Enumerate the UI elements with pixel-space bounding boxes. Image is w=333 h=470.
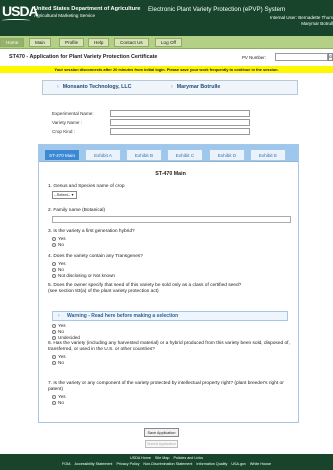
site-header: USDA United States Department of Agricul…	[0, 0, 333, 36]
warning-link[interactable]: › Warning - Read here before making a sel…	[52, 311, 288, 321]
ip-yes-radio[interactable]: Yes	[52, 394, 66, 399]
company-bar: › Monsanto Technology, LLC › Marymar Botru…	[42, 80, 298, 95]
application-tabs: ST-470 Main Exhibit A Exhibit B Exhibit …	[38, 144, 299, 423]
agency-name: Agricultural Marketing Service	[34, 13, 96, 18]
pv-number-input[interactable]	[275, 53, 328, 61]
experimental-name-row: Experimental Name:	[52, 110, 252, 119]
chevron-right-icon: ›	[57, 84, 59, 90]
transgenes-not-known-radio[interactable]: Not disclosing or Not known	[52, 273, 115, 278]
radio-icon	[52, 354, 56, 359]
usda-logo-wave-icon	[2, 19, 30, 22]
sold-yes-radio[interactable]: Yes	[52, 354, 66, 359]
variety-name-row: Variety Name :	[52, 119, 252, 128]
footer-accessibility-link[interactable]: Accessibility Statement	[75, 462, 113, 466]
radio-icon	[52, 261, 56, 266]
contact-name: Marymar Botrulle	[176, 84, 221, 90]
nav-contact-us[interactable]: Contact Us	[114, 38, 149, 47]
footer-links-bottom: FOIA Accessibility Statement Privacy Polic…	[0, 462, 333, 466]
tab-exhibit-b[interactable]: Exhibit B	[126, 149, 162, 161]
experimental-name-label: Experimental Name:	[52, 111, 94, 116]
radio-icon	[52, 267, 56, 272]
tab-st470-main[interactable]: ST-470 Main	[44, 149, 80, 161]
crop-kind-row: Crop Kind :	[52, 128, 252, 137]
certified-yes-radio[interactable]: Yes	[52, 323, 66, 328]
pv-number-label: PV Number:	[242, 55, 266, 60]
session-notice: Your session disconnects after 20 minute…	[0, 66, 333, 73]
variety-name-label: Variety Name :	[52, 120, 83, 125]
radio-icon	[52, 335, 56, 340]
question-family: 2. Family name (Botanical)	[48, 208, 293, 223]
question-certified-seed: 5. Does the owner specify that seed of t…	[48, 283, 293, 340]
go-button[interactable]: G	[328, 53, 333, 61]
question-transgenes: 4. Does the variety contain any Transgen…	[48, 254, 143, 278]
applicant-name: Monsanto Technology, LLC	[62, 84, 132, 90]
main-nav: Home Main Profile Help Contact Us Log Of…	[0, 36, 333, 49]
nav-main[interactable]: Main	[29, 38, 51, 47]
current-user-org: Marymar Botrull	[301, 21, 333, 26]
variety-name-input[interactable]	[110, 119, 250, 126]
transgenes-yes-radio[interactable]: Yes	[52, 261, 66, 266]
chevron-right-icon: ›	[58, 313, 60, 319]
certified-no-radio[interactable]: No	[52, 329, 64, 334]
nav-help[interactable]: Help	[88, 38, 110, 47]
question-genus: 1. Genus and Species name of crop --Selec…	[48, 184, 125, 199]
transgenes-no-radio[interactable]: No	[52, 267, 64, 272]
radio-icon	[52, 394, 56, 399]
sold-no-radio[interactable]: No	[52, 360, 64, 365]
footer-white-house-link[interactable]: White House	[250, 462, 271, 466]
radio-icon	[52, 360, 56, 365]
page-title-row: ST470 - Application for Plant Variety Pr…	[0, 53, 333, 63]
tab-exhibit-e[interactable]: Exhibit E	[250, 149, 286, 161]
nav-home[interactable]: Home	[0, 38, 25, 47]
company-applicant: › Monsanto Technology, LLC	[57, 84, 131, 93]
nav-profile[interactable]: Profile	[59, 38, 85, 47]
page-title: ST470 - Application for Plant Variety Pr…	[9, 54, 158, 60]
footer-links-top: USDA Home Site Map Policies and Links	[0, 456, 333, 460]
company-contact: › Marymar Botrulle	[171, 84, 220, 93]
hybrid-no-radio[interactable]: No	[52, 242, 64, 247]
radio-icon	[52, 329, 56, 334]
certified-undecided-radio[interactable]: Undecided	[52, 335, 80, 340]
current-user: Internal User: Bernadette Thurs	[270, 15, 333, 20]
footer-usa-gov-link[interactable]: USA.gov	[231, 462, 246, 466]
st470-main-form: ST-470 Main 1. Genus and Species name of…	[48, 166, 293, 418]
genus-select[interactable]: --Select-- ▾	[52, 191, 77, 199]
footer-site-map-link[interactable]: Site Map	[155, 456, 170, 460]
radio-icon	[52, 236, 56, 241]
nav-log-off[interactable]: Log Off	[155, 38, 182, 47]
footer-policies-link[interactable]: Policies and Links	[173, 456, 203, 460]
footer-nondiscrimination-link[interactable]: Non-Discrimination Statement	[143, 462, 192, 466]
footer-foia-link[interactable]: FOIA	[62, 462, 71, 466]
radio-icon	[52, 400, 56, 405]
question-hybrid: 3. Is the variety a first generation hyb…	[48, 229, 135, 247]
footer-information-quality-link[interactable]: Information Quality	[196, 462, 227, 466]
radio-icon	[52, 323, 56, 328]
save-application-button[interactable]: Save Application	[144, 428, 179, 437]
tab-strip: ST-470 Main Exhibit A Exhibit B Exhibit …	[39, 145, 298, 162]
site-footer: USDA Home Site Map Policies and Links FOIA…	[0, 454, 333, 470]
ip-no-radio[interactable]: No	[52, 400, 64, 405]
question-ip-protection: 7. Is the variety or any component of th…	[48, 381, 284, 405]
tab-exhibit-a[interactable]: Exhibit A	[85, 149, 121, 161]
section-title: ST-470 Main	[155, 171, 186, 177]
crop-kind-input[interactable]	[110, 128, 250, 135]
crop-kind-label: Crop Kind :	[52, 129, 75, 134]
tab-exhibit-c[interactable]: Exhibit C	[167, 149, 203, 161]
system-name: Electronic Plant Variety Protection (ePV…	[148, 6, 286, 13]
chevron-right-icon: ›	[171, 84, 173, 90]
family-name-input[interactable]	[52, 216, 291, 223]
hybrid-yes-radio[interactable]: Yes	[52, 236, 66, 241]
department-name: United States Department of Agriculture	[34, 6, 141, 12]
question-sold: 6. Has the variety (including any harves…	[48, 341, 290, 365]
footer-privacy-link[interactable]: Privacy Policy	[116, 462, 139, 466]
experimental-name-input[interactable]	[110, 110, 250, 117]
submit-application-button[interactable]: Submit Application	[145, 440, 178, 448]
usda-logo: USDA	[2, 3, 39, 19]
radio-icon	[52, 242, 56, 247]
tab-exhibit-d[interactable]: Exhibit D	[209, 149, 245, 161]
footer-usda-home-link[interactable]: USDA Home	[130, 456, 151, 460]
radio-icon	[52, 273, 56, 278]
